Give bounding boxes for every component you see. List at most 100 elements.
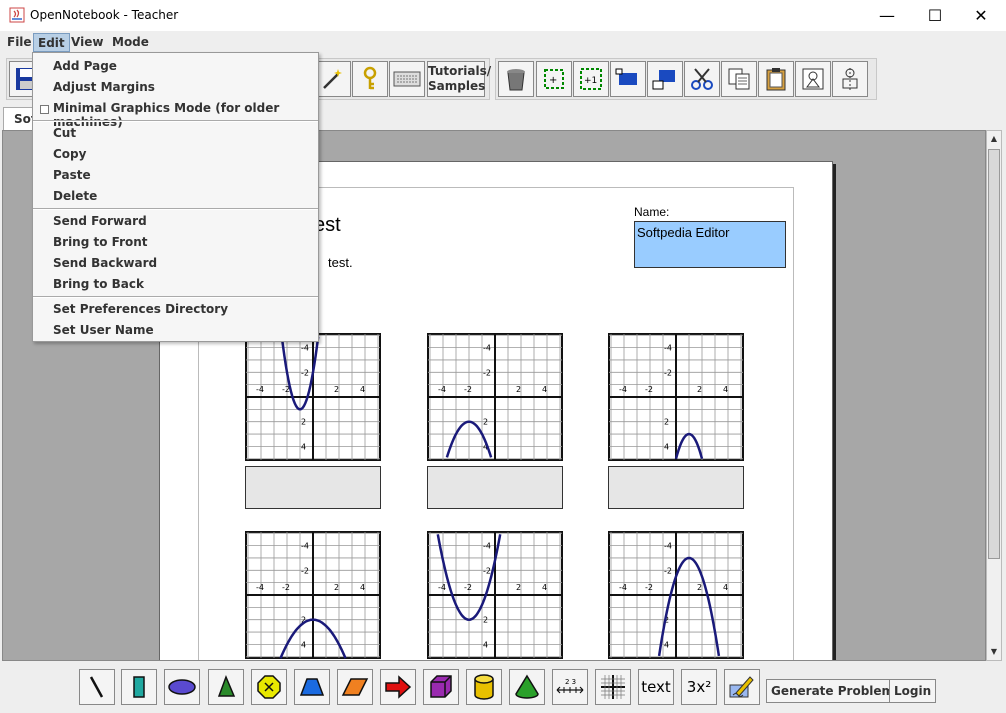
delete-button[interactable] xyxy=(498,61,534,97)
octagon-icon xyxy=(257,675,281,699)
group-button[interactable]: + xyxy=(536,61,572,97)
menu-bar: File Edit View Mode xyxy=(0,31,1006,53)
menu-item-send-backward[interactable]: Send Backward xyxy=(33,253,318,274)
duplicate-button[interactable] xyxy=(795,61,831,97)
answer-box-2[interactable] xyxy=(427,466,563,509)
coordinate-grid: -44-222-24-4 xyxy=(608,531,744,659)
svg-text:-2: -2 xyxy=(464,385,472,394)
menu-item-paste[interactable]: Paste xyxy=(33,165,318,186)
svg-text:-4: -4 xyxy=(301,542,309,551)
svg-text:2: 2 xyxy=(516,385,521,394)
grid-tool-button[interactable] xyxy=(595,669,631,705)
menu-item-bring-to-front[interactable]: Bring to Front xyxy=(33,232,318,253)
graph-3[interactable]: -4 4 -2 2 2 -2 4 -4 xyxy=(608,333,744,461)
scroll-down-arrow-icon[interactable]: ▼ xyxy=(987,644,1001,660)
move-up-button[interactable] xyxy=(610,61,646,97)
scroll-thumb[interactable] xyxy=(988,149,1000,559)
menu-item-bring-to-back[interactable]: Bring to Back xyxy=(33,274,318,295)
svg-text:2: 2 xyxy=(483,616,488,625)
graph-5[interactable]: -4 4 -2 2 2 -2 4 -4 xyxy=(427,531,563,659)
login-button[interactable]: Login xyxy=(889,679,937,703)
svg-text:4: 4 xyxy=(723,583,728,592)
menu-item-minimal-graphics[interactable]: Minimal Graphics Mode (for older machine… xyxy=(33,98,318,129)
svg-text:4: 4 xyxy=(301,442,306,451)
menu-file[interactable]: File xyxy=(3,33,36,52)
tutorials-label-line2: Samples xyxy=(428,79,486,93)
test-instruction-text[interactable]: test. xyxy=(328,255,353,270)
answer-box-3[interactable] xyxy=(608,466,744,509)
svg-text:4: 4 xyxy=(664,640,669,649)
name-textbox[interactable]: Softpedia Editor xyxy=(634,221,786,268)
menu-mode[interactable]: Mode xyxy=(108,33,153,52)
arrow-tool-button[interactable] xyxy=(380,669,416,705)
menu-view[interactable]: View xyxy=(67,33,107,52)
cone-tool-button[interactable] xyxy=(509,669,545,705)
cut-button[interactable] xyxy=(684,61,720,97)
keyboard-button[interactable] xyxy=(389,61,425,97)
menu-item-add-page[interactable]: Add Page xyxy=(33,56,318,77)
line-tool-button[interactable] xyxy=(79,669,115,705)
menu-edit[interactable]: Edit xyxy=(33,33,70,52)
answer-box-1[interactable] xyxy=(245,466,381,509)
close-button[interactable]: ✕ xyxy=(958,0,1004,31)
menu-item-cut[interactable]: Cut xyxy=(33,123,318,144)
graph-6[interactable]: -4 4 -2 2 2 -2 4 -4 xyxy=(608,531,744,659)
generate-problems-button[interactable]: Generate Problems xyxy=(766,679,907,703)
menu-item-send-forward[interactable]: Send Forward xyxy=(33,211,318,232)
pencil-tool-button[interactable] xyxy=(724,669,760,705)
paste-button[interactable] xyxy=(758,61,794,97)
svg-text:-2: -2 xyxy=(483,566,491,575)
svg-text:2: 2 xyxy=(697,583,702,592)
wizard-button[interactable] xyxy=(315,61,351,97)
cylinder-tool-button[interactable] xyxy=(466,669,502,705)
maximize-button[interactable]: ☐ xyxy=(912,0,958,31)
key-icon xyxy=(363,66,377,90)
checkbox-icon[interactable] xyxy=(40,105,49,114)
rectangle-tool-button[interactable] xyxy=(121,669,157,705)
key-button[interactable] xyxy=(352,61,388,97)
svg-text:-2: -2 xyxy=(301,368,309,377)
ungroup-button[interactable]: +1 xyxy=(573,61,609,97)
svg-text:-2: -2 xyxy=(664,368,672,377)
svg-text:-4: -4 xyxy=(256,385,264,394)
expression-tool-button[interactable]: 3x² xyxy=(681,669,717,705)
name-label[interactable]: Name: xyxy=(634,205,669,219)
minimize-button[interactable]: — xyxy=(864,0,910,31)
menu-separator xyxy=(33,296,318,298)
align-button[interactable] xyxy=(832,61,868,97)
menu-separator xyxy=(33,120,318,122)
arrow-icon xyxy=(385,675,412,699)
triangle-icon xyxy=(217,674,236,697)
title-bar: OpenNotebook - Teacher — ☐ ✕ xyxy=(0,0,1006,31)
svg-text:-2: -2 xyxy=(483,368,491,377)
menu-item-copy[interactable]: Copy xyxy=(33,144,318,165)
parallelogram-tool-button[interactable] xyxy=(337,669,373,705)
copy-icon xyxy=(728,68,750,90)
octagon-tool-button[interactable] xyxy=(251,669,287,705)
number-line-icon: 2 3 xyxy=(556,678,584,694)
move-down-icon xyxy=(652,70,675,90)
tutorials-samples-button[interactable]: Tutorials/ Samples xyxy=(427,61,491,97)
copy-button[interactable] xyxy=(721,61,757,97)
text-tool-button[interactable]: text xyxy=(638,669,674,705)
svg-text:-2: -2 xyxy=(282,583,290,592)
cube-tool-button[interactable] xyxy=(423,669,459,705)
svg-text:-4: -4 xyxy=(301,344,309,353)
oval-tool-button[interactable] xyxy=(164,669,200,705)
menu-item-set-user-name[interactable]: Set User Name xyxy=(33,320,318,341)
scroll-up-arrow-icon[interactable]: ▲ xyxy=(987,131,1001,147)
number-line-tool-button[interactable]: 2 3 xyxy=(552,669,588,705)
graph-4[interactable]: -4 4 -2 2 2 -2 4 -4 xyxy=(245,531,381,659)
graph-2[interactable]: -4 4 -2 2 2 -2 4 -4 xyxy=(427,333,563,461)
svg-text:-4: -4 xyxy=(619,385,627,394)
triangle-tool-button[interactable] xyxy=(208,669,244,705)
menu-item-set-preferences-directory[interactable]: Set Preferences Directory xyxy=(33,299,318,320)
vertical-scrollbar[interactable]: ▲ ▼ xyxy=(986,130,1002,661)
graph-1[interactable]: -4 4 -2 2 2 -2 4 -4 xyxy=(245,333,381,461)
move-down-button[interactable] xyxy=(647,61,683,97)
menu-item-adjust-margins[interactable]: Adjust Margins xyxy=(33,77,318,98)
trapezoid-tool-button[interactable] xyxy=(294,669,330,705)
menu-item-delete[interactable]: Delete xyxy=(33,186,318,207)
coordinate-grid: -44-222-24-4 xyxy=(245,531,381,659)
svg-text:-2: -2 xyxy=(645,385,653,394)
